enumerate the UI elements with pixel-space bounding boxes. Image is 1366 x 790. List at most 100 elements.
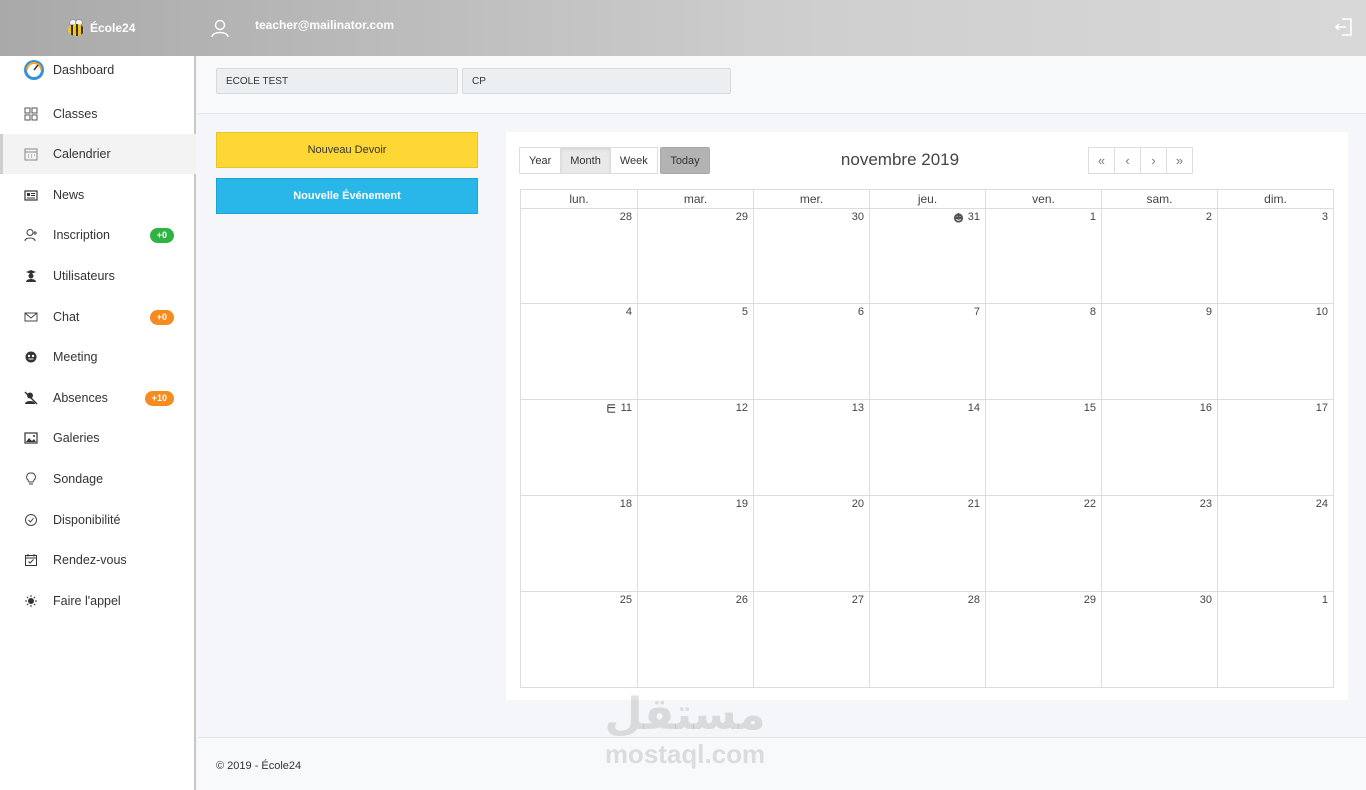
sidebar-item-galeries[interactable]: Galeries [0,418,196,458]
day-cell[interactable]: 29 [637,209,753,303]
day-cell[interactable]: 5 [637,304,753,399]
sidebar-item-classes[interactable]: Classes [0,94,196,134]
day-cell[interactable]: 18 [521,496,637,591]
day-cell[interactable]: 25 [521,592,637,687]
day-cell[interactable]: 15 [985,400,1101,495]
check-circle-icon [24,513,38,527]
day-cell[interactable]: 26 [637,592,753,687]
day-cell[interactable]: 10 [1217,304,1333,399]
sidebar-item-news[interactable]: News [0,175,196,215]
sidebar-item-label: Dashboard [53,63,115,77]
sidebar-item-meeting[interactable]: Meeting [0,337,196,377]
sidebar-item-rendez-vous[interactable]: Rendez-vous [0,540,196,580]
day-number: 15 [1083,402,1096,414]
user-email[interactable]: teacher@mailinator.com [255,18,394,32]
day-cell[interactable]: 21 [869,496,985,591]
weekday-header: mer. [753,190,869,208]
day-number: 28 [619,211,632,223]
day-cell[interactable]: 31 [869,209,985,303]
day-cell[interactable]: 4 [521,304,637,399]
weekday-header-row: lun. mar. mer. jeu. ven. sam. dim. [520,189,1334,208]
last-page-button[interactable]: » [1166,147,1193,174]
day-number: 6 [857,306,864,318]
sidebar-item-faire-appel[interactable]: Faire l'appel [0,581,196,621]
month-grid: lun. mar. mer. jeu. ven. sam. dim. 28 29… [520,189,1334,688]
day-number: 26 [735,594,748,606]
logout-icon[interactable] [1334,17,1354,37]
day-number: 30 [851,211,864,223]
sidebar-item-chat[interactable]: Chat +0 [0,297,196,337]
day-cell[interactable]: 8 [985,304,1101,399]
day-number: 2 [1205,211,1212,223]
sidebar-item-inscription[interactable]: Inscription +0 [0,215,196,255]
day-cell[interactable]: 7 [869,304,985,399]
day-cell[interactable]: 23 [1101,496,1217,591]
calendar-check-icon [24,553,38,567]
day-cell[interactable]: 1 [1217,592,1333,687]
sidebar-item-calendrier[interactable]: Calendrier [0,134,196,174]
sidebar-item-disponibilite[interactable]: Disponibilité [0,500,196,540]
weekday-header: lun. [569,192,589,206]
day-cell[interactable]: 19 [637,496,753,591]
day-number: 13 [851,402,864,414]
day-cell[interactable]: 30 [1101,592,1217,687]
day-cell[interactable]: 27 [753,592,869,687]
weekday-header: ven. [985,190,1101,208]
calendar-title: novembre 2019 [840,150,960,169]
day-cell[interactable]: 30 [753,209,869,303]
bee-logo-icon [66,18,86,38]
week-row: 11 12 13 14 15 16 17 [520,400,1334,496]
next-month-button[interactable]: › [1140,147,1167,174]
week-row: 18 19 20 21 22 23 24 [520,496,1334,592]
view-month-button[interactable]: Month [560,147,611,174]
class-select[interactable]: CP [462,68,731,94]
dashboard-gauge-icon [23,59,45,81]
today-button[interactable]: Today [660,147,710,174]
sun-icon [24,594,38,608]
chat-count-badge: +0 [149,309,174,325]
sidebar-item-utilisateurs[interactable]: Utilisateurs [0,256,196,296]
day-cell[interactable]: 2 [1101,209,1217,303]
day-number: 5 [741,306,748,318]
new-homework-button[interactable]: Nouveau Devoir [216,132,478,168]
day-cell[interactable]: 3 [1217,209,1333,303]
new-event-button[interactable]: Nouvelle Événement [216,178,478,214]
day-cell[interactable]: 9 [1101,304,1217,399]
day-number: 12 [735,402,748,414]
day-cell[interactable]: 13 [753,400,869,495]
sidebar-item-dashboard[interactable]: Dashboard [0,50,196,90]
first-page-button[interactable]: « [1088,147,1115,174]
day-cell[interactable]: 24 [1217,496,1333,591]
inscription-count-badge: +0 [149,227,174,243]
day-cell[interactable]: 16 [1101,400,1217,495]
day-cell[interactable]: 28 [869,592,985,687]
day-cell[interactable]: 29 [985,592,1101,687]
brand-logo[interactable]: École24 [66,16,135,40]
day-cell[interactable]: 28 [521,209,637,303]
day-cell[interactable]: 22 [985,496,1101,591]
day-cell[interactable]: 11 [521,400,637,495]
sidebar-item-sondage[interactable]: Sondage [0,459,196,499]
day-cell[interactable]: 12 [637,400,753,495]
school-select[interactable]: ECOLE TEST [216,68,458,94]
meeting-icon [24,350,38,364]
halloween-pumpkin-icon [953,212,964,223]
day-cell[interactable]: 6 [753,304,869,399]
day-cell[interactable]: 14 [869,400,985,495]
day-number: 10 [1315,306,1328,318]
prev-month-button[interactable]: ‹ [1114,147,1141,174]
day-number: 1 [1089,211,1096,223]
brand-name: École24 [90,21,136,35]
day-cell[interactable]: 1 [985,209,1101,303]
sidebar-item-absences[interactable]: Absences +10 [0,378,196,418]
sidebar-item-label: Rendez-vous [53,553,127,567]
day-number: 18 [619,498,632,510]
grid-icon [24,107,38,121]
newspaper-icon [24,188,38,202]
day-cell[interactable]: 17 [1217,400,1333,495]
sidebar-item-label: Chat [53,310,80,324]
day-cell[interactable]: 20 [753,496,869,591]
user-icon[interactable] [210,18,230,38]
view-week-button[interactable]: Week [609,147,658,174]
view-year-button[interactable]: Year [519,147,562,174]
